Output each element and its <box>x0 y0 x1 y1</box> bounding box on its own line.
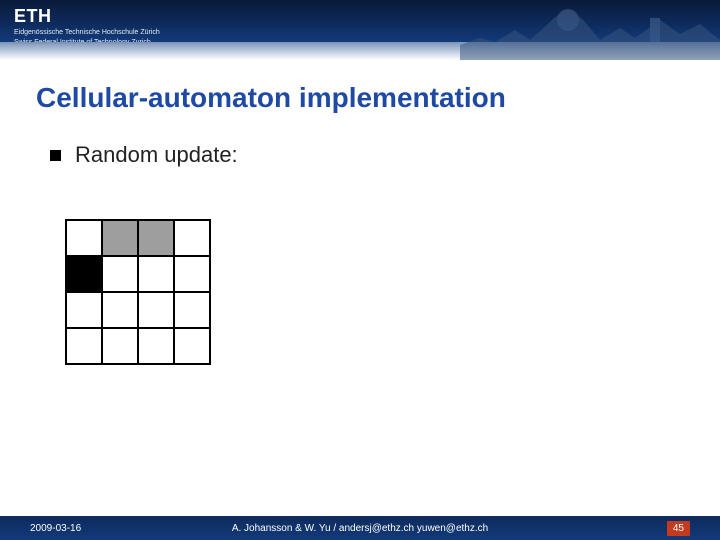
grid-cell <box>137 291 175 329</box>
grid-cell <box>65 291 103 329</box>
grid-cell <box>101 219 139 257</box>
eth-logo-text: ETH <box>14 6 160 27</box>
grid-cell <box>137 255 175 293</box>
bullet-square-icon <box>50 150 61 161</box>
grid-cell <box>101 291 139 329</box>
grid-cell <box>137 219 175 257</box>
footer-page-number: 45 <box>667 521 690 536</box>
grid-cell <box>173 327 211 365</box>
grid-cell <box>173 291 211 329</box>
eth-sub-line1: Eidgenössische Technische Hochschule Zür… <box>14 29 160 37</box>
grid-cell <box>65 327 103 365</box>
grid-cell <box>101 327 139 365</box>
bullet-row: Random update: <box>50 142 720 168</box>
automaton-grid <box>66 220 210 364</box>
bullet-text: Random update: <box>75 142 238 168</box>
banner-bottom <box>0 42 720 60</box>
grid-cell <box>137 327 175 365</box>
banner-top: ETH Eidgenössische Technische Hochschule… <box>0 0 720 42</box>
footer-bar: 2009-03-16 A. Johansson & W. Yu / anders… <box>0 516 720 540</box>
grid-cell <box>173 255 211 293</box>
header-banner: ETH Eidgenössische Technische Hochschule… <box>0 0 720 60</box>
grid-cell <box>65 255 103 293</box>
footer-authors: A. Johansson & W. Yu / andersj@ethz.ch y… <box>0 523 720 534</box>
slide-title: Cellular-automaton implementation <box>36 82 720 114</box>
slide: ETH Eidgenössische Technische Hochschule… <box>0 0 720 540</box>
grid-cell <box>65 219 103 257</box>
grid-cell <box>173 219 211 257</box>
grid-cell <box>101 255 139 293</box>
logo-block: ETH Eidgenössische Technische Hochschule… <box>14 6 160 47</box>
